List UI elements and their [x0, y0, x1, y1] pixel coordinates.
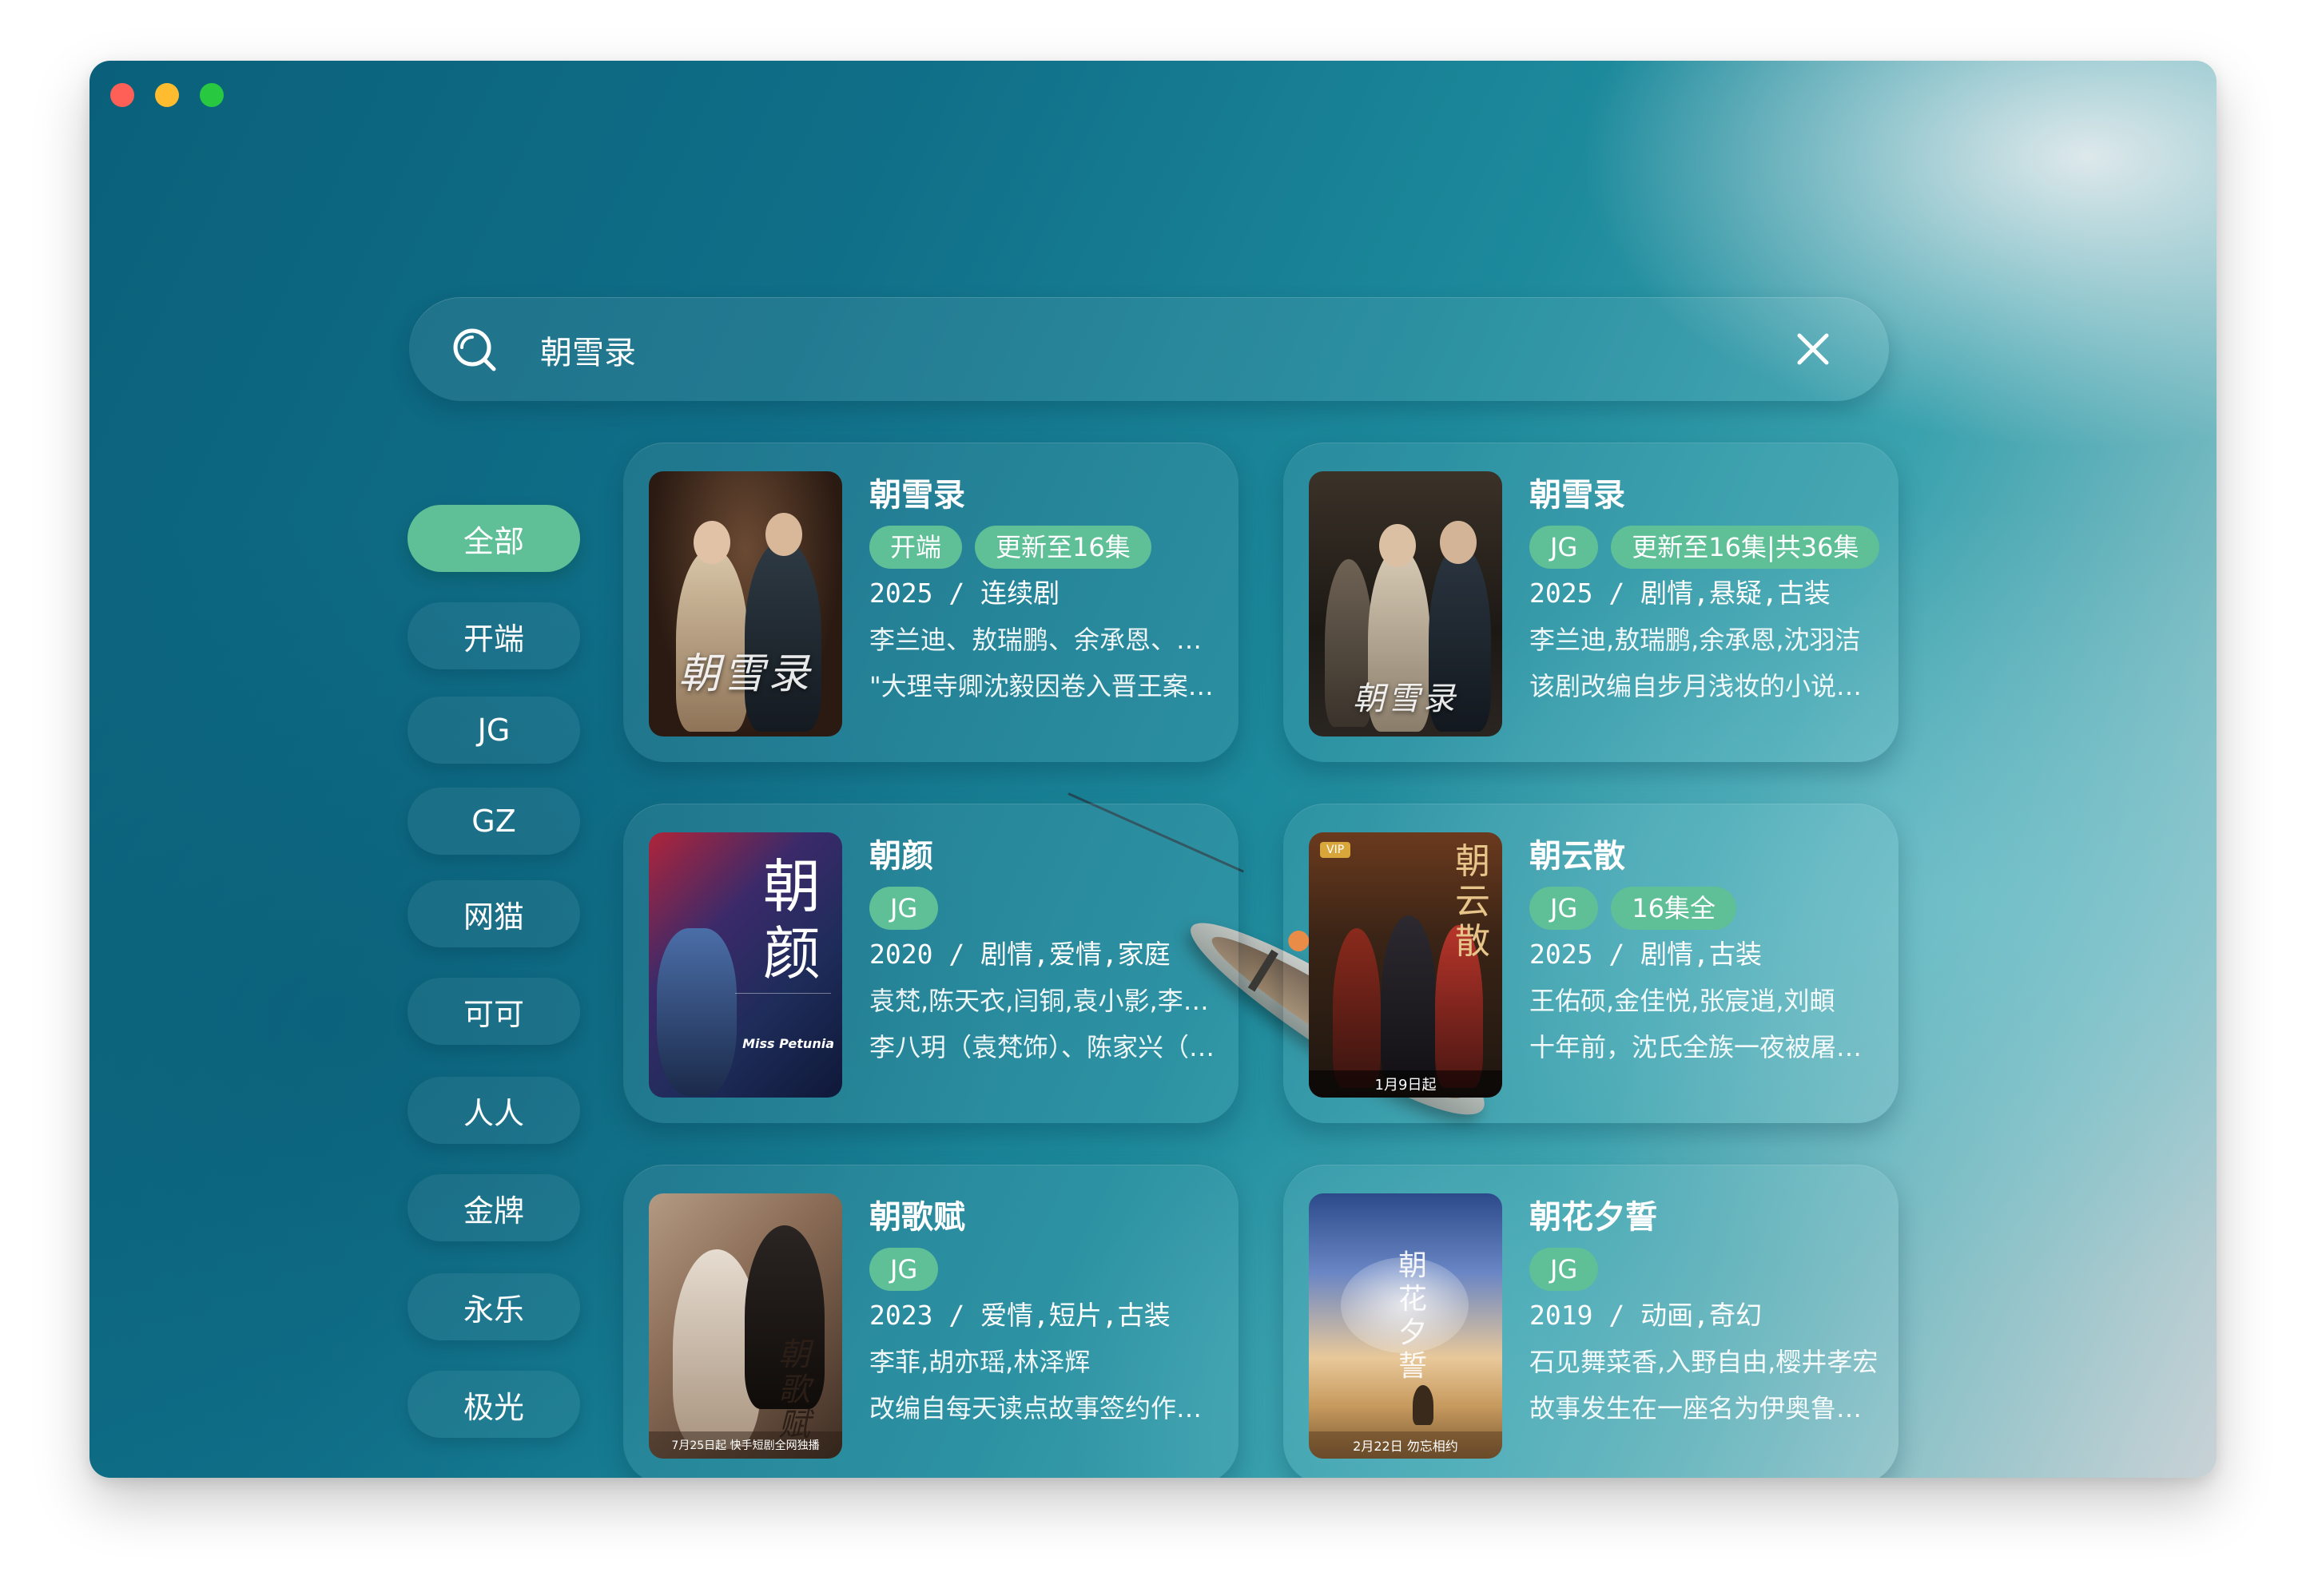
filter-jg[interactable]: JG — [408, 697, 580, 764]
source-badge: 开端 — [869, 526, 963, 569]
result-meta: 2025 / 连续剧 — [869, 578, 1060, 609]
result-description: 十年前，沈氏全族一夜被屠，唯一幸存 — [1529, 1032, 1881, 1062]
result-description: 故事发生在一座名为伊奥鲁夫的村落 — [1529, 1393, 1881, 1423]
result-title: 朝云散 — [1529, 838, 1625, 875]
source-badge: JG — [869, 887, 939, 930]
poster-image: 朝歌赋 7月25日起 快手短剧全网独播 — [649, 1193, 842, 1459]
app-window: 全部 开端 JG GZ 网猫 可可 人人 金牌 永乐 极光 朝雪录 朝雪录 开端… — [89, 61, 2217, 1478]
result-cast: 李兰迪、敖瑞鹏、余承恩、沈羽洁 — [869, 625, 1221, 655]
poster-image: 朝花夕誓 2月22日 勿忘相约 — [1309, 1193, 1502, 1459]
poster-title: 朝雪录 — [1353, 681, 1458, 717]
poster-title: 朝雪录 — [678, 650, 813, 698]
filter-renren[interactable]: 人人 — [408, 1077, 580, 1144]
result-cast: 李兰迪,敖瑞鹏,余承恩,沈羽洁 — [1529, 625, 1861, 655]
result-card[interactable]: 朝歌赋 7月25日起 快手短剧全网独播 朝歌赋 JG 2023 / 爱情,短片,… — [623, 1165, 1238, 1478]
search-input[interactable] — [539, 321, 1740, 379]
close-window-button[interactable] — [110, 83, 134, 107]
result-description: 李八玥（袁梵饰）、陈家兴（陈天衣饰） — [869, 1032, 1221, 1062]
filter-gz[interactable]: GZ — [408, 788, 580, 855]
poster-date: 2月22日 勿忘相约 — [1309, 1431, 1502, 1459]
search-bar — [409, 297, 1889, 401]
filter-keke[interactable]: 可可 — [408, 978, 580, 1045]
poster-title: 朝颜 — [762, 853, 821, 987]
poster-image: 朝雪录 — [649, 471, 842, 736]
zoom-window-button[interactable] — [200, 83, 224, 107]
result-meta: 2019 / 动画,奇幻 — [1529, 1300, 1762, 1331]
result-meta: 2025 / 剧情,古装 — [1529, 939, 1762, 970]
result-description: 该剧改编自步月浅妆的小说《朝雪录》 — [1529, 671, 1881, 701]
poster-image: VIP 朝云散 1月9日起 — [1309, 832, 1502, 1098]
result-card[interactable]: 朝雪录 朝雪录 开端 更新至16集 2025 / 连续剧 李兰迪、敖瑞鹏、余承恩… — [623, 443, 1238, 762]
close-icon[interactable] — [1795, 331, 1831, 367]
minimize-window-button[interactable] — [155, 83, 179, 107]
result-cast: 李菲,胡亦瑶,林泽辉 — [869, 1347, 1091, 1377]
poster-image: 朝颜 Miss Petunia — [649, 832, 842, 1098]
result-title: 朝雪录 — [869, 477, 965, 514]
result-cast: 石见舞菜香,入野自由,樱井孝宏 — [1529, 1347, 1879, 1377]
result-title: 朝花夕誓 — [1529, 1199, 1657, 1236]
result-description: "大理寺卿沈毅因卷入晋王案而被抄家 — [869, 671, 1221, 701]
source-badge: JG — [1529, 1248, 1599, 1291]
filter-all[interactable]: 全部 — [408, 505, 580, 572]
source-badge: JG — [1529, 887, 1599, 930]
poster-title: 朝云散 — [1455, 841, 1490, 962]
window-controls — [110, 83, 224, 107]
poster-title: 朝花夕誓 — [1398, 1249, 1427, 1383]
result-meta: 2025 / 剧情,悬疑,古装 — [1529, 578, 1831, 609]
result-card[interactable]: 朝花夕誓 2月22日 勿忘相约 朝花夕誓 JG 2019 / 动画,奇幻 石见舞… — [1283, 1165, 1898, 1478]
search-icon[interactable] — [451, 326, 499, 374]
poster-image: 朝雪录 — [1309, 471, 1502, 736]
episode-badge: 更新至16集|共36集 — [1611, 526, 1880, 569]
source-badge: JG — [1529, 526, 1599, 569]
vip-tag: VIP — [1320, 842, 1351, 858]
result-meta: 2020 / 剧情,爱情,家庭 — [869, 939, 1171, 970]
episode-badge: 16集全 — [1611, 887, 1736, 930]
poster-date: 7月25日起 快手短剧全网独播 — [649, 1431, 842, 1459]
result-card[interactable]: 朝颜 Miss Petunia 朝颜 JG 2020 / 剧情,爱情,家庭 袁梵… — [623, 804, 1238, 1123]
filter-yongle[interactable]: 永乐 — [408, 1273, 580, 1340]
result-card[interactable]: 朝雪录 朝雪录 JG 更新至16集|共36集 2025 / 剧情,悬疑,古装 李… — [1283, 443, 1898, 762]
result-meta: 2023 / 爱情,短片,古装 — [869, 1300, 1171, 1331]
filter-jinpai[interactable]: 金牌 — [408, 1174, 580, 1241]
filter-wangmao[interactable]: 网猫 — [408, 880, 580, 947]
filter-kaiduan[interactable]: 开端 — [408, 602, 580, 669]
result-cast: 袁梵,陈天衣,闫铜,袁小影,李八玥 — [869, 986, 1221, 1016]
result-title: 朝颜 — [869, 838, 933, 875]
result-cast: 王佑硕,金佳悦,张宸逍,刘頔 — [1529, 986, 1835, 1016]
poster-title: 朝歌赋 — [778, 1336, 810, 1443]
episode-badge: 更新至16集 — [975, 526, 1151, 569]
result-title: 朝歌赋 — [869, 1199, 965, 1236]
result-card[interactable]: VIP 朝云散 1月9日起 朝云散 JG 16集全 2025 / 剧情,古装 王… — [1283, 804, 1898, 1123]
result-title: 朝雪录 — [1529, 477, 1625, 514]
poster-date: 1月9日起 — [1309, 1070, 1502, 1098]
filter-jiguang[interactable]: 极光 — [408, 1371, 580, 1438]
result-description: 改编自每天读点故事签约作者同名小说 — [869, 1393, 1221, 1423]
source-badge: JG — [869, 1248, 939, 1291]
